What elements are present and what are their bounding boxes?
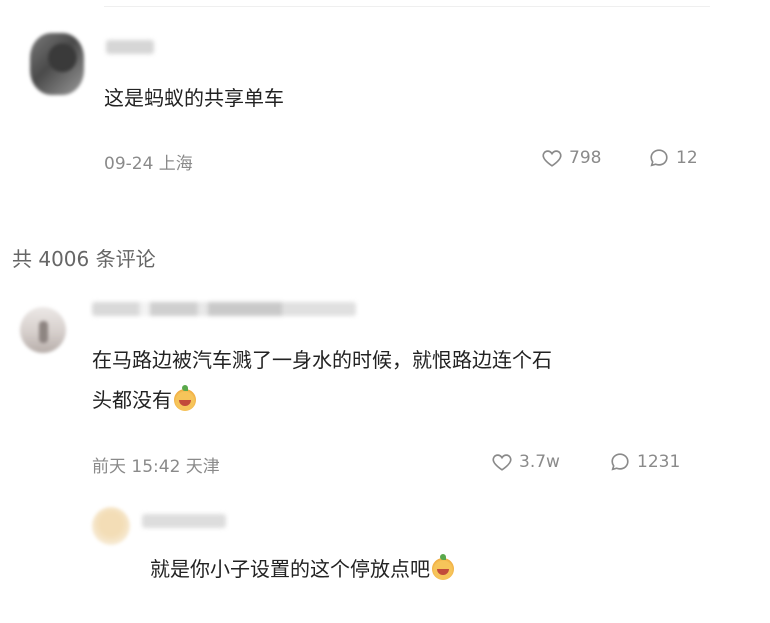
reply-text: 就是你小子设置的这个停放点吧 — [150, 554, 454, 583]
reply-count: 1231 — [637, 452, 681, 472]
comment-text-line: 头都没有 — [92, 385, 196, 414]
comment-text: 这是蚂蚁的共享单车 — [104, 86, 284, 110]
like-count: 3.7w — [519, 452, 560, 472]
username-blurred[interactable] — [142, 514, 226, 528]
reply-button[interactable]: 12 — [648, 147, 698, 169]
orange-face-emoji-icon — [174, 385, 196, 411]
like-count: 798 — [569, 148, 602, 168]
like-button[interactable]: 3.7w — [491, 451, 560, 473]
comment-bubble-icon — [611, 453, 629, 471]
comment-feed: 这是蚂蚁的共享单车 09-24 上海 798 12 共 4006 条评论 在马路… — [0, 0, 770, 623]
orange-face-emoji-icon — [432, 554, 454, 580]
username-blurred[interactable] — [92, 302, 356, 316]
reply-button[interactable]: 1231 — [609, 451, 680, 473]
comment-text-fragment: 头都没有 — [92, 388, 172, 412]
comment-bubble-icon — [650, 149, 668, 167]
comment-meta: 前天 15:42 天津 — [92, 457, 220, 477]
heart-icon — [492, 454, 512, 471]
heart-icon — [542, 150, 562, 167]
avatar[interactable] — [20, 307, 66, 353]
reply-count: 12 — [676, 148, 698, 168]
reply-text-fragment: 就是你小子设置的这个停放点吧 — [150, 557, 430, 581]
avatar[interactable] — [92, 507, 130, 545]
comment-meta: 09-24 上海 — [104, 154, 193, 174]
comment-text-line: 在马路边被汽车溅了一身水的时候，就恨路边连个石 — [92, 348, 552, 372]
like-button[interactable]: 798 — [541, 147, 601, 169]
username-blurred[interactable] — [106, 40, 154, 54]
divider — [104, 6, 710, 7]
comment-count-title: 共 4006 条评论 — [12, 247, 156, 271]
avatar[interactable] — [30, 33, 84, 95]
